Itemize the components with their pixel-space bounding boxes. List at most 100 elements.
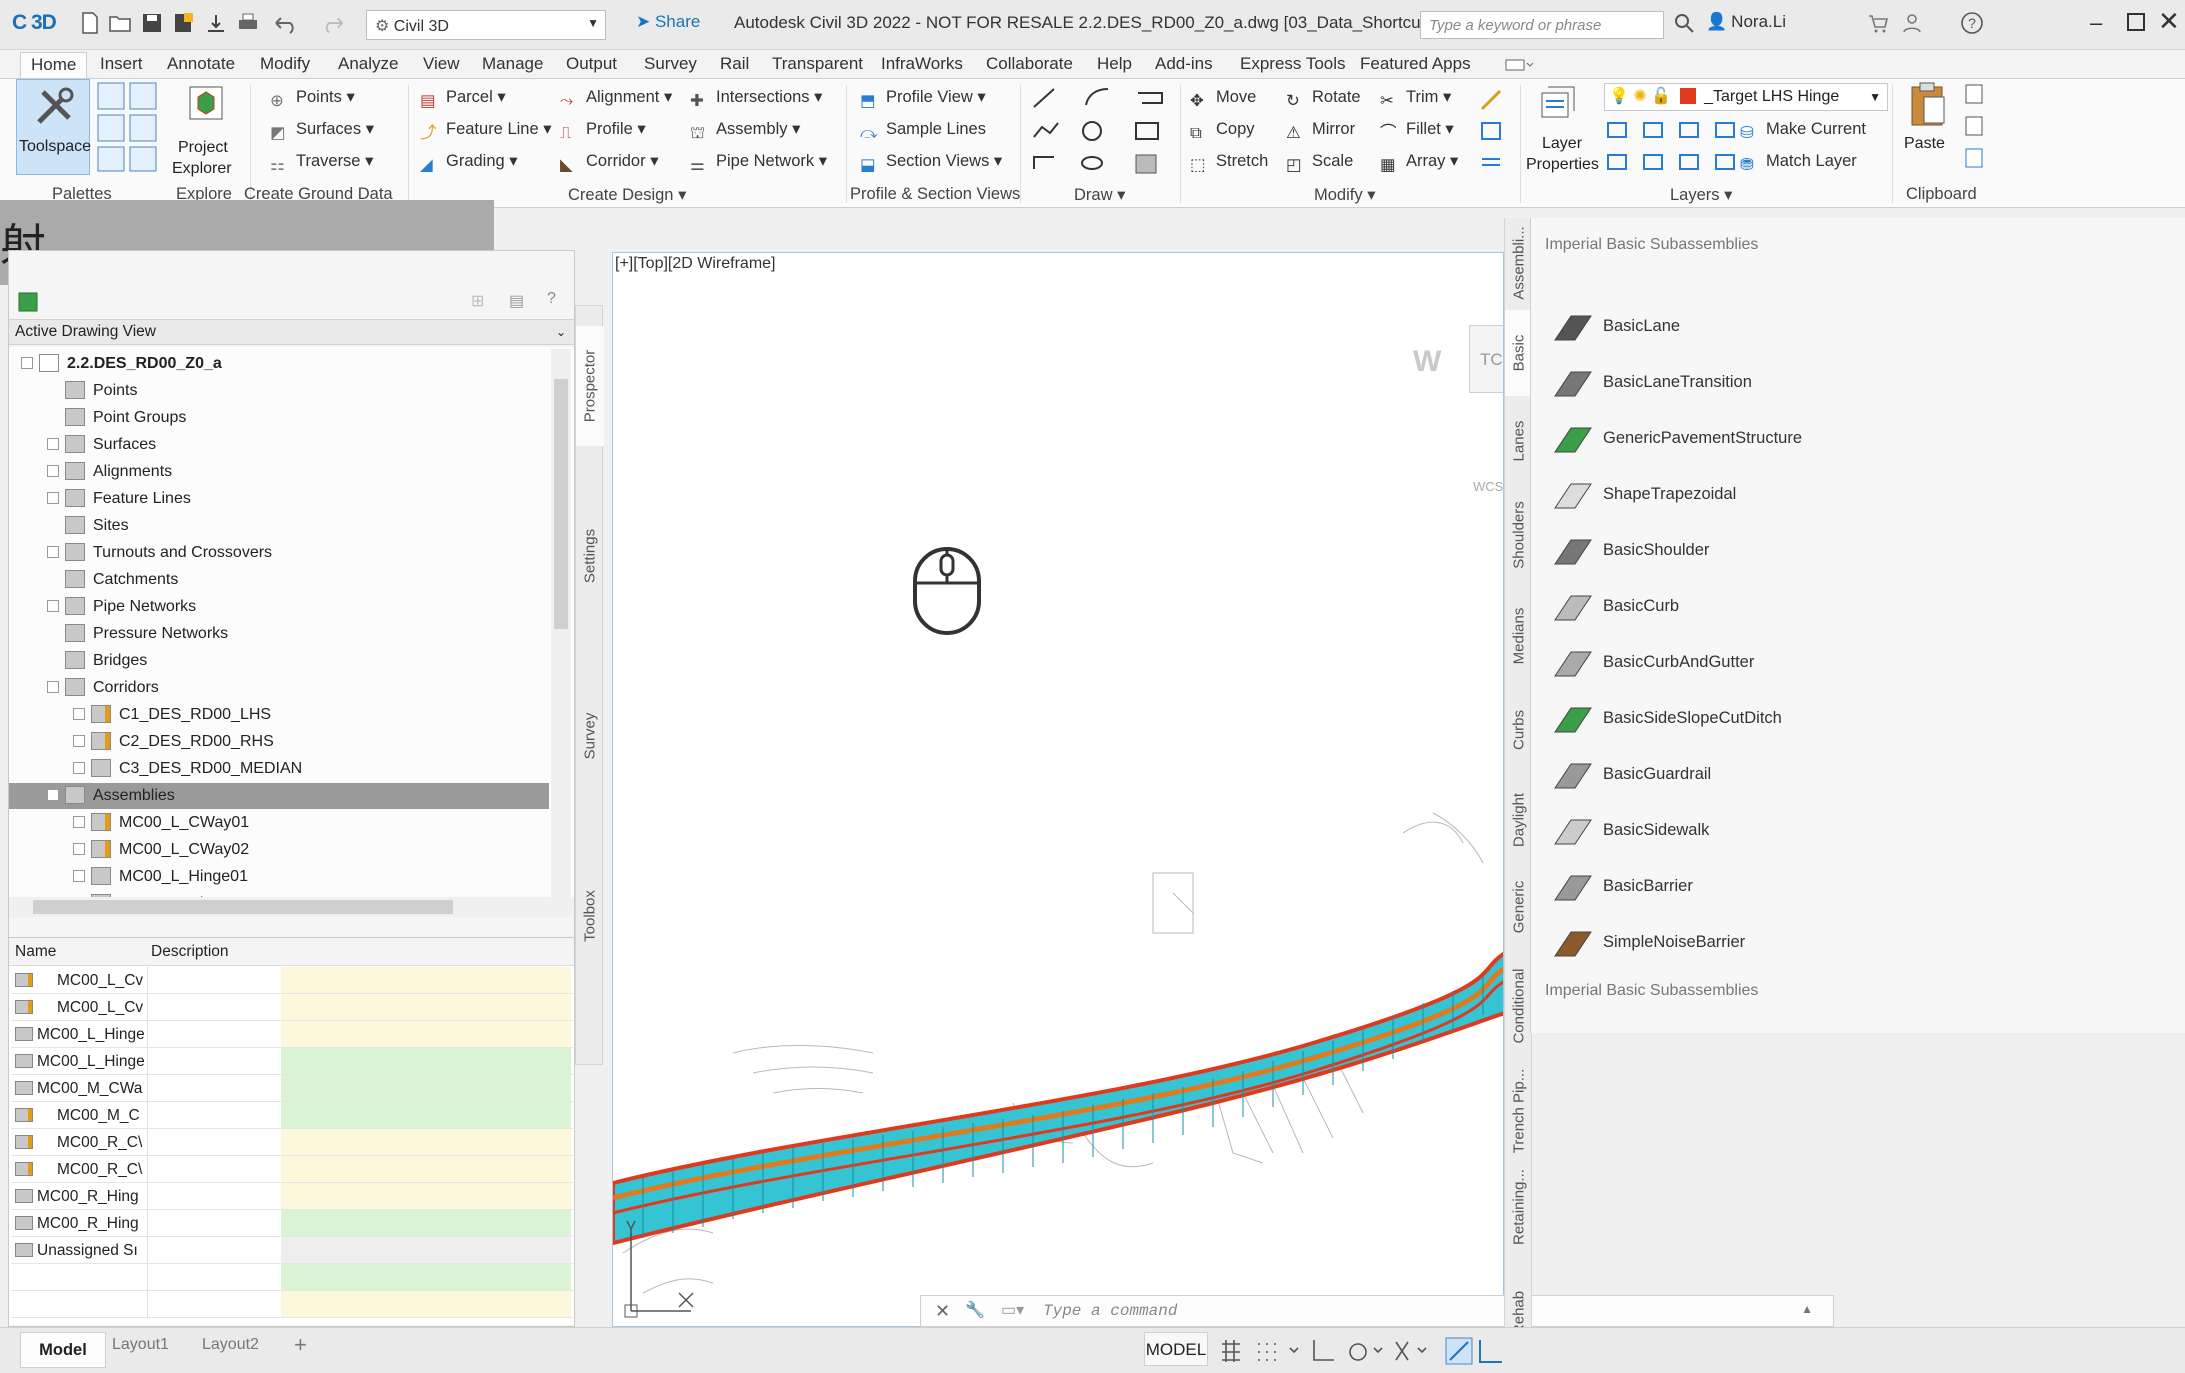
description-cell[interactable] (281, 1210, 571, 1236)
publish-icon[interactable] (204, 11, 228, 35)
plot-icon[interactable] (236, 11, 260, 35)
refresh-icon[interactable] (17, 291, 39, 313)
table-row[interactable] (11, 1291, 573, 1318)
tab-toolbox[interactable]: Toolbox (576, 856, 604, 976)
tree-item[interactable]: Catchments (9, 567, 549, 593)
table-row[interactable]: MC00_R_Hing (11, 1210, 573, 1237)
array-button[interactable]: ▦ Array ▾ (1380, 151, 1458, 175)
add-layout-button[interactable]: + (294, 1332, 307, 1358)
expand-icon[interactable] (47, 546, 59, 558)
traverse-button[interactable]: ⚏ Traverse ▾ (270, 151, 373, 175)
model-space-toggle[interactable]: MODEL (1144, 1332, 1208, 1366)
profile-view-button[interactable]: ⬒ Profile View ▾ (860, 87, 986, 111)
tree-item[interactable]: MC00_L_CWay01 (9, 810, 549, 836)
recent-commands-icon[interactable]: ▭▾ (1001, 1300, 1024, 1320)
modify-extra-icons[interactable] (1476, 85, 1506, 181)
tab-infraworks[interactable]: InfraWorks (871, 52, 973, 78)
palette-tool-item[interactable]: ShapeTrapezoidal (1551, 474, 1736, 514)
clipboard-tool-icons[interactable] (1962, 81, 1988, 175)
palette-tab[interactable]: Medians (1505, 586, 1533, 686)
table-row[interactable]: MC00_L_Cv (11, 994, 573, 1021)
project-explorer-button[interactable]: Project Explorer (172, 83, 244, 179)
tab-modify[interactable]: Modify (250, 52, 320, 78)
description-cell[interactable] (281, 1048, 571, 1074)
pipe-network-button[interactable]: ⚌ Pipe Network ▾ (690, 151, 827, 175)
tab-add-ins[interactable]: Add-ins (1145, 52, 1223, 78)
tab-insert[interactable]: Insert (90, 52, 153, 78)
create-design-panel-title[interactable]: Create Design ▾ (568, 185, 686, 205)
tab-analyze[interactable]: Analyze (328, 52, 408, 78)
tab-manage[interactable]: Manage (472, 52, 553, 78)
tree-item[interactable]: Surfaces (9, 432, 549, 458)
column-description[interactable]: Description (151, 938, 229, 966)
expand-icon[interactable] (73, 762, 85, 774)
match-layer-button[interactable]: ⛃ Match Layer (1740, 151, 1857, 175)
tree-item[interactable]: Sites (9, 513, 549, 539)
cart-icon[interactable] (1866, 11, 1890, 35)
table-row[interactable]: Unassigned Sı (11, 1237, 573, 1264)
move-button[interactable]: ✥ Move (1190, 87, 1256, 111)
tab-prospector[interactable]: Prospector (576, 326, 604, 446)
clipboard-panel-title[interactable]: Clipboard (1906, 185, 1977, 204)
surfaces-button[interactable]: ◩ Surfaces ▾ (270, 119, 374, 143)
table-row[interactable]: MC00_L_Hinge (11, 1048, 573, 1075)
draw-tools[interactable] (1028, 83, 1174, 179)
tab-help[interactable]: Help (1087, 52, 1142, 78)
collapse-icon[interactable] (47, 789, 59, 801)
tree-scrollbar[interactable] (551, 349, 571, 897)
tree-item[interactable]: MC00_L_CWay02 (9, 837, 549, 863)
layout-tab-model[interactable]: Model (20, 1332, 106, 1368)
open-icon[interactable] (108, 11, 132, 35)
palette-tool-item[interactable]: BasicShoulder (1551, 530, 1709, 570)
palette-tool-item[interactable]: BasicSideSlopeCutDitch (1551, 698, 1782, 738)
expand-icon[interactable] (73, 843, 85, 855)
tree-item[interactable]: Points (9, 378, 549, 404)
expand-icon[interactable] (73, 735, 85, 747)
tree-hscrollbar[interactable] (9, 897, 574, 917)
compass-west-label[interactable]: W (1413, 345, 1441, 379)
paste-button[interactable]: Paste (1900, 79, 1956, 179)
tab-survey[interactable]: Survey (634, 52, 707, 78)
corridor-button[interactable]: ◣ Corridor ▾ (560, 151, 658, 175)
view-select-dropdown[interactable]: Active Drawing View ⌄ (9, 319, 574, 345)
table-row[interactable]: MC00_R_C\ (11, 1129, 573, 1156)
save-icon[interactable] (140, 11, 164, 35)
column-name[interactable]: Name (15, 938, 56, 966)
expand-icon[interactable] (73, 870, 85, 882)
maximize-button[interactable] (2126, 12, 2146, 32)
parcel-button[interactable]: ▤ Parcel ▾ (420, 87, 506, 111)
scrollbar-thumb[interactable] (554, 379, 568, 629)
tree-item[interactable]: C2_DES_RD00_RHS (9, 729, 549, 755)
tree-item[interactable]: Corridors (9, 675, 549, 701)
description-cell[interactable] (281, 1264, 571, 1290)
fillet-button[interactable]: ⌒ Fillet ▾ (1380, 119, 1454, 143)
tree-item[interactable]: Point Groups (9, 405, 549, 431)
sample-lines-button[interactable]: ⤼ Sample Lines (860, 119, 986, 143)
help-icon[interactable]: ? (547, 290, 556, 308)
description-cell[interactable] (281, 994, 571, 1020)
description-cell[interactable] (281, 1156, 571, 1182)
layout-tab-layout2[interactable]: Layout2 (202, 1336, 259, 1354)
layer-tool-icons[interactable] (1604, 119, 1750, 179)
palette-icons[interactable] (96, 81, 160, 173)
palette-tool-item[interactable]: BasicGuardrail (1551, 754, 1711, 794)
close-button[interactable]: ✕ (2158, 6, 2180, 37)
tree-item[interactable]: Turnouts and Crossovers (9, 540, 549, 566)
redo-icon[interactable] (318, 11, 348, 35)
trim-button[interactable]: ✂ Trim ▾ (1380, 87, 1451, 111)
palette-tool-item[interactable]: BasicCurb (1551, 586, 1679, 626)
list-view-icon[interactable]: ▤ (509, 291, 524, 311)
palette-tab[interactable]: Daylight (1505, 774, 1533, 866)
minimize-button[interactable]: – (2090, 10, 2102, 36)
expand-icon[interactable] (47, 600, 59, 612)
make-current-button[interactable]: ⛁ Make Current (1740, 119, 1866, 143)
viewcube[interactable]: TC (1469, 325, 1503, 393)
tab-featured-apps[interactable]: Featured Apps (1350, 52, 1481, 78)
drawing-canvas[interactable]: [+][Top][2D Wireframe] W TC WCS (612, 252, 1504, 1327)
mirror-button[interactable]: ⚠ Mirror (1286, 119, 1355, 143)
palette-tool-item[interactable]: GenericPavementStructure (1551, 418, 1802, 458)
palette-tool-item[interactable]: BasicSidewalk (1551, 810, 1709, 850)
close-icon[interactable]: ✕ (935, 1301, 950, 1322)
table-row[interactable]: MC00_L_Hinge (11, 1021, 573, 1048)
tree-item[interactable]: C1_DES_RD00_LHS (9, 702, 549, 728)
